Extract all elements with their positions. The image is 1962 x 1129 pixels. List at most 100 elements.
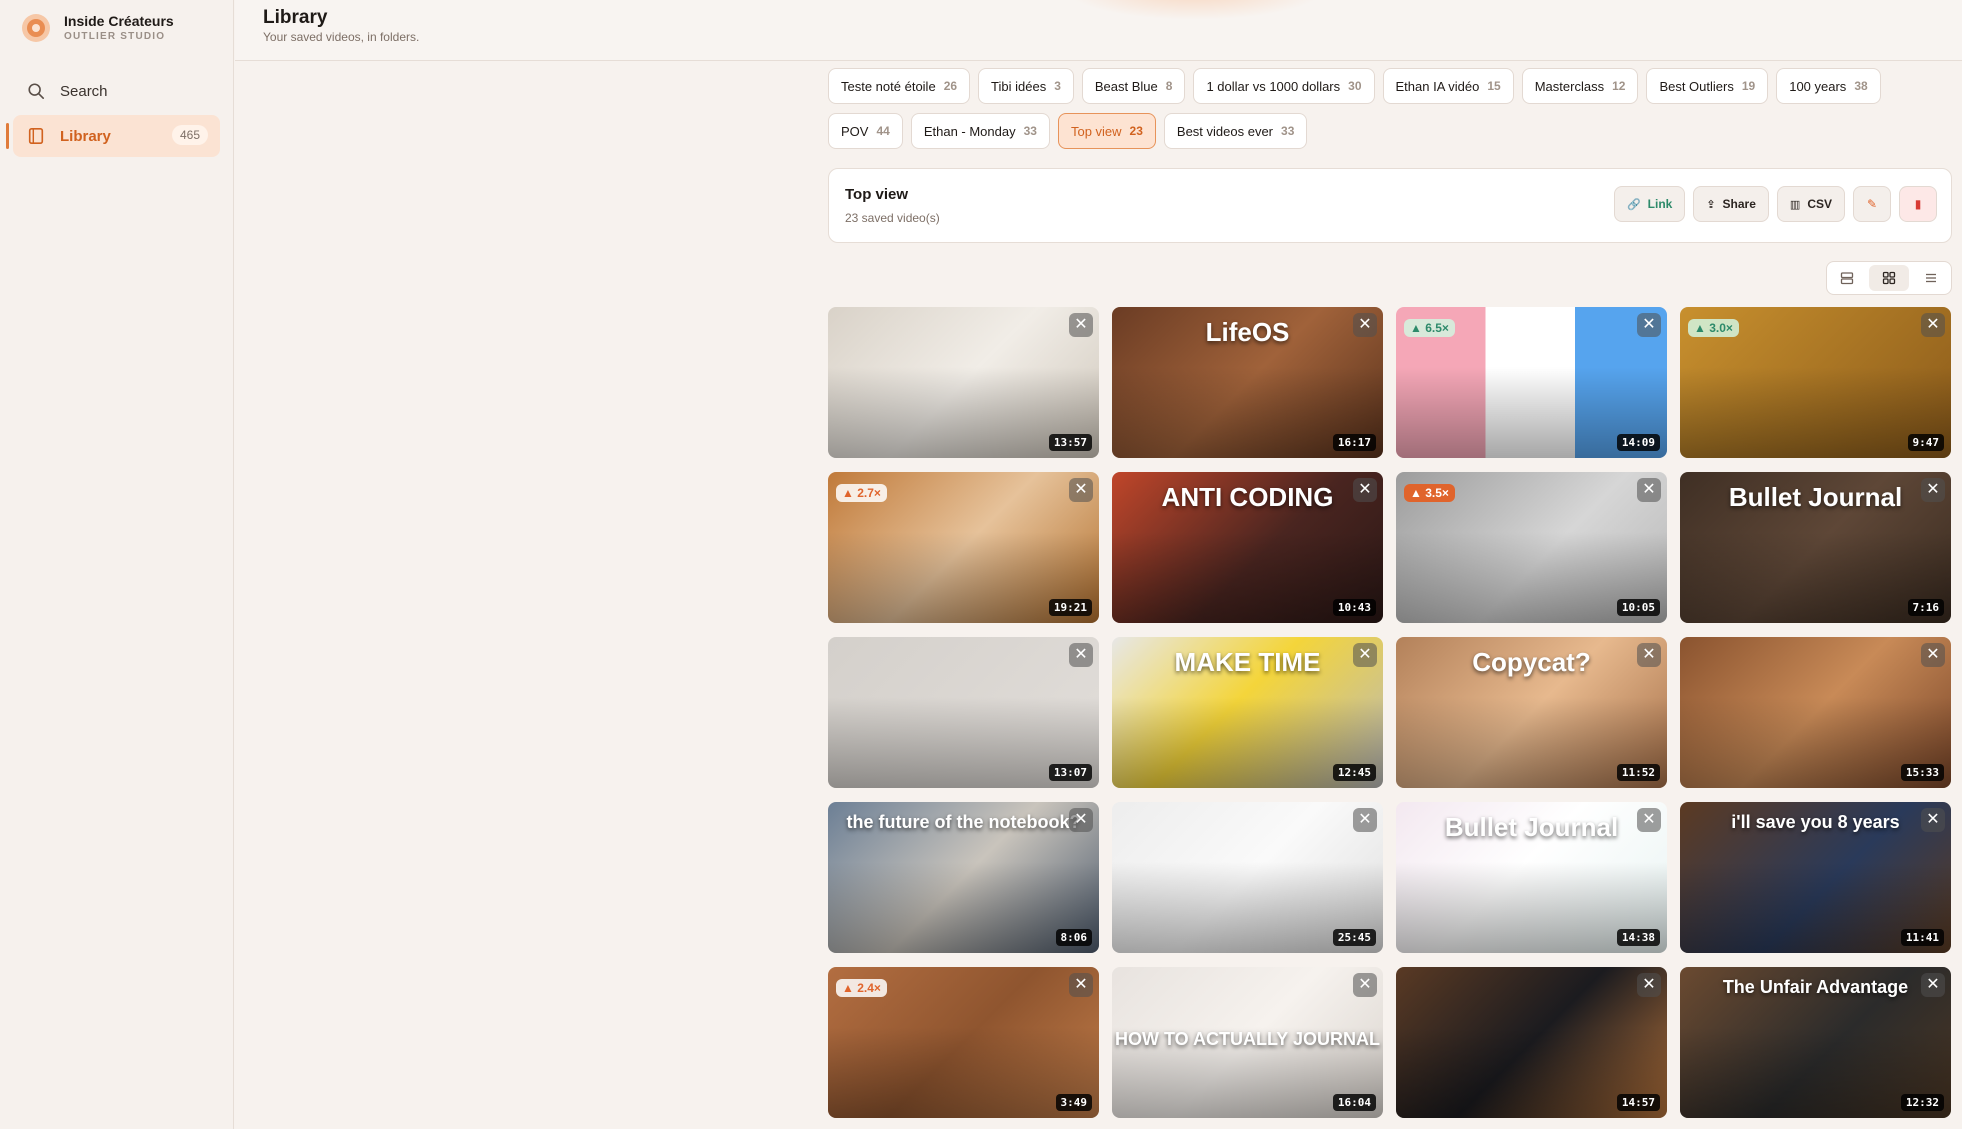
video-card[interactable]: the future of the notebook? ✕ 8:06: [828, 802, 1099, 953]
video-card[interactable]: ✕ 13:07: [828, 637, 1099, 788]
thumbnail-title-text: i'll save you 8 years: [1731, 812, 1900, 832]
thumbnail-title-text: HOW TO ACTUALLY JOURNAL: [1114, 1029, 1380, 1049]
video-card[interactable]: LifeOS ✕ 16:17: [1112, 307, 1383, 458]
folder-chip-name: Tibi idées: [991, 78, 1047, 94]
sidebar-item-search[interactable]: Search: [13, 70, 220, 112]
brand-name: Inside Créateurs: [64, 12, 174, 29]
folder-chip-count: 30: [1348, 79, 1362, 93]
video-duration: 25:45: [1332, 929, 1376, 946]
folder-chip[interactable]: Teste noté étoile 26: [828, 68, 971, 104]
folder-title: Top view: [845, 186, 909, 203]
video-card[interactable]: ▲ 6.5× ✕ 14:09: [1396, 307, 1667, 458]
remove-video-button[interactable]: ✕: [1921, 973, 1945, 997]
video-duration: 12:32: [1900, 1094, 1944, 1111]
remove-video-button[interactable]: ✕: [1637, 973, 1661, 997]
folder-chip[interactable]: Tibi idées 3: [978, 68, 1074, 104]
folder-chip-name: 100 years: [1789, 78, 1847, 94]
remove-video-button[interactable]: ✕: [1069, 643, 1093, 667]
view-toggle: [1826, 261, 1952, 295]
video-card[interactable]: The Unfair Advantage ✕ 12:32: [1680, 967, 1951, 1118]
folder-chip[interactable]: Best videos ever 33: [1163, 113, 1308, 149]
brand[interactable]: Inside Créateurs OUTLIER STUDIO: [20, 12, 174, 44]
csv-button[interactable]: ▥ CSV: [1776, 186, 1845, 222]
video-card[interactable]: Copycat? ✕ 11:52: [1396, 637, 1667, 788]
folder-chip-name: Top view: [1070, 123, 1122, 139]
video-card[interactable]: ✕ 14:57: [1396, 967, 1667, 1118]
folder-chip-count: 8: [1165, 79, 1173, 93]
remove-video-button[interactable]: ✕: [1637, 478, 1661, 502]
remove-video-button[interactable]: ✕: [1353, 643, 1377, 667]
video-card[interactable]: ▲ 3.0× ✕ 9:47: [1680, 307, 1951, 458]
folder-chips-row: Teste noté étoile 26 Tibi idées 3 Beast Blue…: [828, 68, 1953, 104]
folder-chip[interactable]: Masterclass 12: [1521, 68, 1639, 104]
remove-video-button[interactable]: ✕: [1921, 478, 1945, 502]
video-duration: 14:57: [1616, 1094, 1660, 1111]
remove-video-button[interactable]: ✕: [1921, 643, 1945, 667]
video-card[interactable]: Bullet Journal ✕ 7:16: [1680, 472, 1951, 623]
brand-logo-icon: [22, 14, 50, 42]
view-list-button[interactable]: [1912, 262, 1951, 294]
sidebar-item-label: Library: [60, 127, 111, 145]
folder-chip[interactable]: 100 years 38: [1776, 68, 1881, 104]
chart-icon: ▥: [1789, 198, 1801, 211]
folder-chip-count: 44: [876, 124, 890, 138]
video-card[interactable]: ✕ 13:57: [828, 307, 1099, 458]
video-card[interactable]: ANTI CODING ✕ 10:43: [1112, 472, 1383, 623]
remove-video-button[interactable]: ✕: [1353, 313, 1377, 337]
video-card[interactable]: ▲ 2.7× ✕ 19:21: [828, 472, 1099, 623]
remove-video-button[interactable]: ✕: [1637, 313, 1661, 337]
outlier-score-badge: ▲ 2.4×: [836, 979, 887, 997]
link-button[interactable]: 🔗 Link: [1613, 186, 1686, 222]
video-card[interactable]: Bullet Journal ✕ 14:38: [1396, 802, 1667, 953]
sidebar-item-library[interactable]: Library 465: [6, 115, 220, 157]
video-card[interactable]: ▲ 3.5× ✕ 10:05: [1396, 472, 1667, 623]
video-duration: 14:38: [1616, 929, 1660, 946]
remove-video-button[interactable]: ✕: [1921, 808, 1945, 832]
video-duration: 16:17: [1332, 434, 1376, 451]
folder-chip[interactable]: POV 44: [828, 113, 903, 149]
folder-chip-count: 3: [1054, 79, 1061, 93]
folder-chip[interactable]: Top view 23: [1057, 113, 1156, 149]
folder-chip[interactable]: Ethan IA vidéo 15: [1382, 68, 1514, 104]
remove-video-button[interactable]: ✕: [1921, 313, 1945, 337]
video-card[interactable]: HOW TO ACTUALLY JOURNAL ✕ 16:04: [1112, 967, 1383, 1118]
folder-chip-count: 19: [1741, 79, 1756, 93]
video-duration: 11:52: [1616, 764, 1660, 781]
video-card[interactable]: ▲ 2.4× ✕ 3:49: [828, 967, 1099, 1118]
view-large-button[interactable]: [1827, 262, 1866, 294]
folder-chip-name: Ethan - Monday: [923, 123, 1016, 139]
video-card[interactable]: MAKE TIME ✕ 12:45: [1112, 637, 1383, 788]
remove-video-button[interactable]: ✕: [1069, 808, 1093, 832]
brand-subtitle: OUTLIER STUDIO: [64, 30, 166, 42]
folder-chip-name: Best Outliers: [1659, 78, 1734, 94]
remove-video-button[interactable]: ✕: [1353, 808, 1377, 832]
search-icon: [28, 83, 45, 100]
remove-video-button[interactable]: ✕: [1069, 973, 1093, 997]
remove-video-button[interactable]: ✕: [1069, 478, 1093, 502]
video-card[interactable]: ✕ 25:45: [1112, 802, 1383, 953]
edit-button[interactable]: ✎: [1853, 186, 1891, 222]
remove-video-button[interactable]: ✕: [1637, 808, 1661, 832]
folder-chip-count: 23: [1129, 124, 1143, 138]
folder-chip-name: Teste noté étoile: [841, 78, 936, 94]
video-card[interactable]: i'll save you 8 years ✕ 11:41: [1680, 802, 1951, 953]
delete-button[interactable]: ▮: [1899, 186, 1937, 222]
video-card[interactable]: ✕ 15:33: [1680, 637, 1951, 788]
share-button[interactable]: ⇪ Share: [1693, 186, 1769, 222]
folder-chip[interactable]: Ethan - Monday 33: [910, 113, 1050, 149]
video-duration: 11:41: [1900, 929, 1944, 946]
remove-video-button[interactable]: ✕: [1069, 313, 1093, 337]
remove-video-button[interactable]: ✕: [1353, 478, 1377, 502]
folder-chip[interactable]: Beast Blue 8: [1081, 68, 1186, 104]
view-grid-button[interactable]: [1869, 265, 1909, 291]
folder-chip[interactable]: 1 dollar vs 1000 dollars 30: [1193, 68, 1375, 104]
video-duration: 15:33: [1900, 764, 1944, 781]
thumbnail-title-text: LifeOS: [1205, 317, 1290, 347]
sidebar: Inside Créateurs OUTLIER STUDIO Search L…: [0, 0, 234, 1129]
remove-video-button[interactable]: ✕: [1353, 973, 1377, 997]
remove-video-button[interactable]: ✕: [1637, 643, 1661, 667]
folder-chip[interactable]: Best Outliers 19: [1646, 68, 1769, 104]
folder-chip-count: 33: [1023, 124, 1037, 138]
pencil-icon: ✎: [1866, 197, 1878, 211]
grid-view-icon: [1882, 271, 1896, 285]
